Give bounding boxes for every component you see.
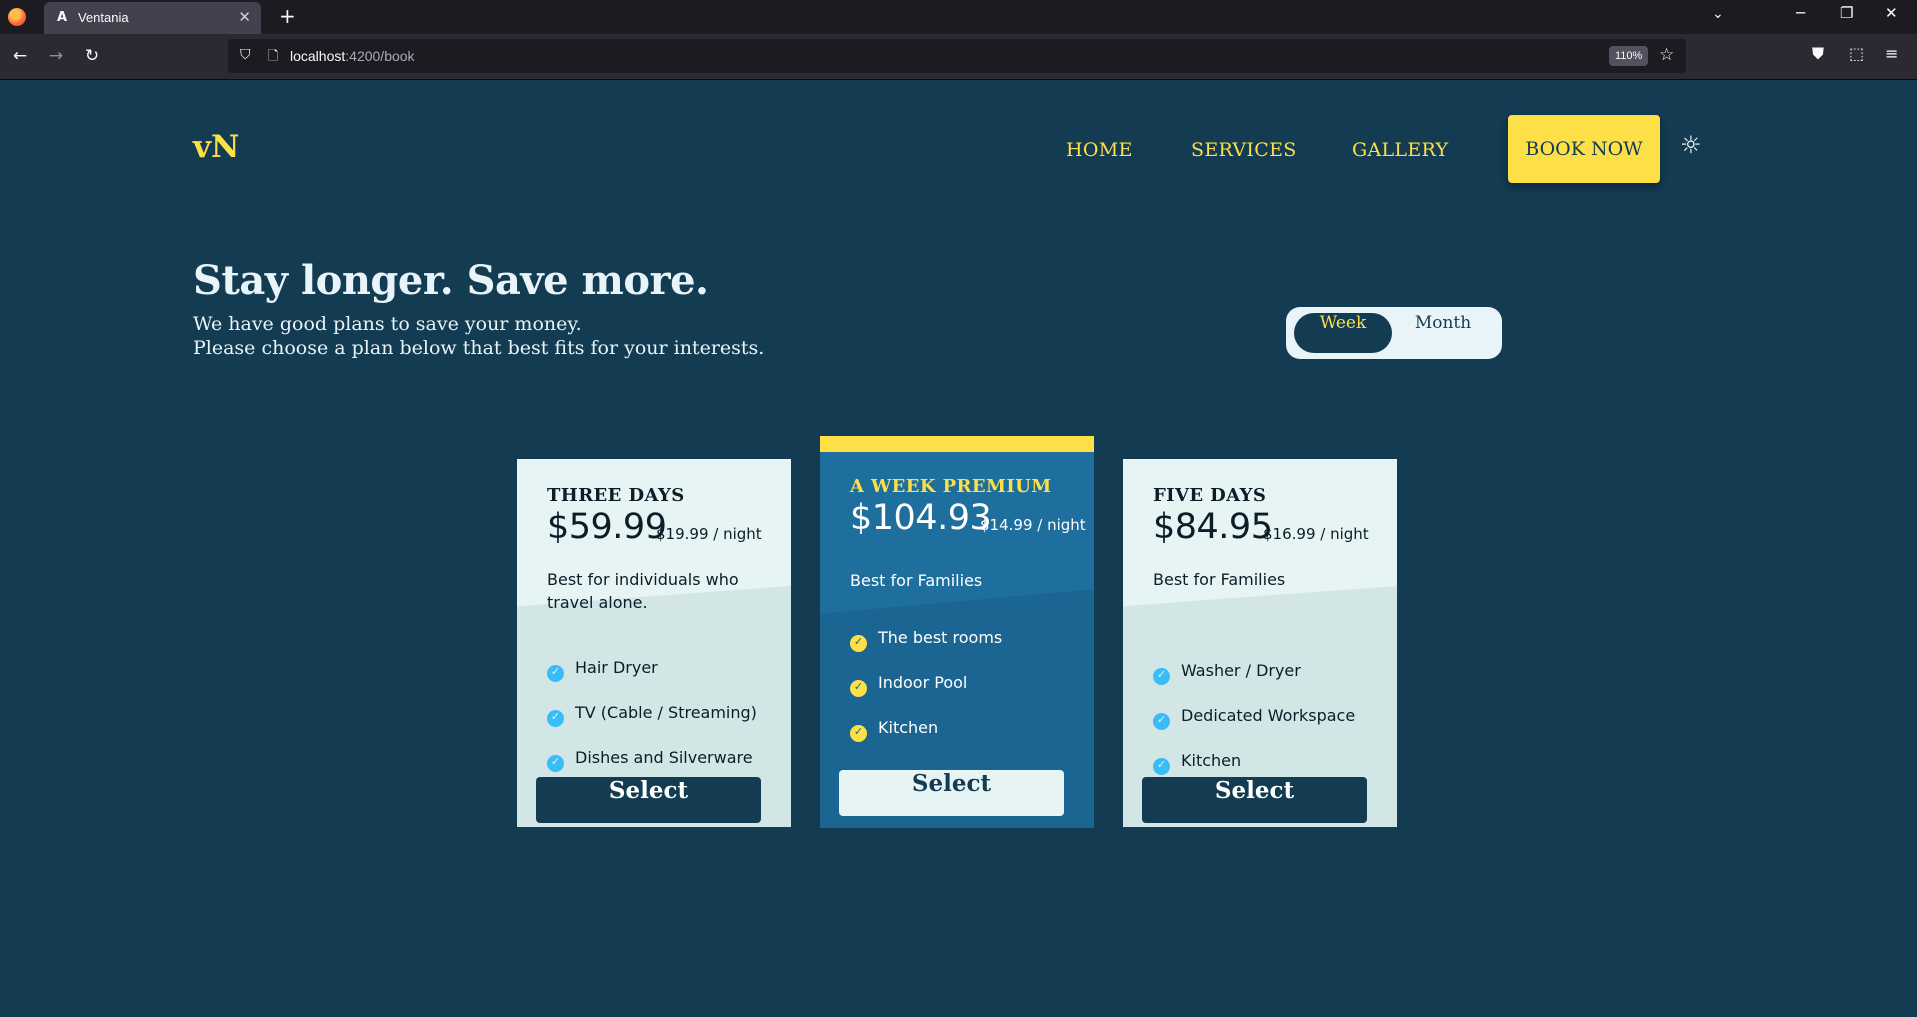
minimize-icon[interactable]: ─ — [1796, 4, 1805, 22]
pocket-icon[interactable]: ⛊ — [1812, 44, 1824, 64]
browser-tab[interactable]: A Ventania ✕ — [44, 2, 261, 34]
page-icon: 🗋 — [268, 49, 279, 64]
check-icon: ✓ — [547, 755, 564, 772]
bookmark-star-icon[interactable]: ☆ — [1659, 45, 1674, 65]
nav-home[interactable]: HOME — [1066, 139, 1133, 161]
plan-name: FIVE DAYS — [1153, 485, 1267, 506]
feature-label: TV (Cable / Streaming) — [575, 703, 757, 722]
address-bar[interactable]: ⛉ 🗋 localhost:4200/book 110% ☆ — [228, 39, 1686, 73]
period-toggle: Week Month — [1286, 307, 1502, 359]
feature-item: ✓ The best rooms — [850, 628, 1002, 652]
subtitle-line-2: Please choose a plan below that best fit… — [193, 337, 765, 359]
feature-item: ✓ Washer / Dryer — [1153, 661, 1301, 685]
plan-name: THREE DAYS — [547, 485, 685, 506]
feature-label: Kitchen — [878, 718, 939, 737]
site-logo[interactable]: vN — [193, 129, 239, 165]
feature-item: ✓ Hair Dryer — [547, 658, 658, 682]
feature-label: Washer / Dryer — [1181, 661, 1301, 680]
page-title: Stay longer. Save more. — [193, 257, 709, 304]
plan-name: A WEEK PREMIUM — [850, 476, 1052, 497]
select-button[interactable]: Select — [536, 777, 761, 823]
plan-nightly-price: $14.99 / night — [980, 516, 1086, 534]
feature-label: The best rooms — [878, 628, 1003, 647]
toggle-week[interactable]: Week — [1294, 313, 1392, 353]
check-icon: ✓ — [547, 710, 564, 727]
book-now-button[interactable]: BOOK NOW — [1508, 115, 1660, 183]
plan-card-three-days: THREE DAYS $59.99 $19.99 / night Best fo… — [517, 459, 791, 827]
browser-toolbar: ← → ↻ ⛉ 🗋 localhost:4200/book 110% ☆ ⛊ ⬚… — [0, 34, 1917, 80]
url-path: :4200/book — [345, 48, 415, 64]
page-content: vN HOME SERVICES GALLERY BOOK NOW ☼ Stay… — [0, 81, 1917, 1017]
feature-item: ✓ Indoor Pool — [850, 673, 967, 697]
select-button[interactable]: Select — [1142, 777, 1367, 823]
nav-gallery[interactable]: GALLERY — [1352, 139, 1448, 161]
feature-label: Dishes and Silverware — [575, 748, 753, 767]
check-icon: ✓ — [547, 665, 564, 682]
zoom-level[interactable]: 110% — [1609, 46, 1649, 66]
check-icon: ✓ — [850, 680, 867, 697]
plan-description: Best for individuals who travel alone. — [547, 570, 739, 612]
plan-price: $59.99 — [547, 507, 667, 547]
plan-nightly-price: $16.99 / night — [1263, 525, 1369, 543]
feature-label: Hair Dryer — [575, 658, 658, 677]
new-tab-icon[interactable]: + — [279, 4, 296, 28]
plan-price: $104.93 — [850, 498, 992, 538]
plan-price: $84.95 — [1153, 507, 1273, 547]
shield-icon[interactable]: ⛉ — [240, 47, 251, 63]
check-icon: ✓ — [1153, 713, 1170, 730]
plan-card-week-premium: A WEEK PREMIUM $104.93 $14.99 / night Be… — [820, 436, 1094, 828]
feature-label: Indoor Pool — [878, 673, 968, 692]
url-host: localhost — [290, 48, 346, 64]
feature-item: ✓ Kitchen — [850, 718, 938, 742]
list-tabs-icon[interactable]: ⌄ — [1712, 6, 1724, 22]
feature-item: ✓ Dedicated Workspace — [1153, 706, 1355, 730]
check-icon: ✓ — [850, 725, 867, 742]
reload-icon[interactable]: ↻ — [80, 44, 104, 68]
extensions-icon[interactable]: ⬚ — [1849, 44, 1864, 63]
feature-item: ✓ Kitchen — [1153, 751, 1241, 775]
feature-item: ✓ Dishes and Silverware — [547, 748, 753, 772]
forward-icon[interactable]: → — [44, 44, 68, 68]
plan-description: Best for Families — [850, 571, 983, 590]
angular-icon: A — [56, 10, 68, 25]
plan-nightly-price: $19.99 / night — [656, 525, 762, 543]
close-tab-icon[interactable]: ✕ — [238, 8, 251, 26]
restore-icon[interactable]: ❐ — [1840, 4, 1853, 22]
url-text[interactable]: localhost:4200/book — [290, 48, 415, 64]
browser-tab-strip: A Ventania ✕ + ⌄ ─ ❐ ✕ — [0, 0, 1917, 34]
back-icon[interactable]: ← — [8, 44, 32, 68]
check-icon: ✓ — [1153, 758, 1170, 775]
menu-icon[interactable]: ≡ — [1885, 44, 1898, 63]
feature-label: Dedicated Workspace — [1181, 706, 1356, 725]
nav-services[interactable]: SERVICES — [1191, 139, 1297, 161]
check-icon: ✓ — [1153, 668, 1170, 685]
close-window-icon[interactable]: ✕ — [1885, 4, 1898, 22]
select-button[interactable]: Select — [839, 770, 1064, 816]
toggle-month[interactable]: Month — [1394, 313, 1492, 353]
plan-description: Best for Families — [1153, 570, 1286, 589]
feature-item: ✓ TV (Cable / Streaming) — [547, 703, 757, 727]
theme-toggle-icon[interactable]: ☼ — [1680, 131, 1702, 159]
firefox-icon[interactable] — [8, 8, 26, 26]
plan-card-five-days: FIVE DAYS $84.95 $16.99 / night Best for… — [1123, 459, 1397, 827]
feature-label: Kitchen — [1181, 751, 1242, 770]
check-icon: ✓ — [850, 635, 867, 652]
subtitle-line-1: We have good plans to save your money. — [193, 313, 582, 335]
tab-title: Ventania — [78, 10, 129, 25]
